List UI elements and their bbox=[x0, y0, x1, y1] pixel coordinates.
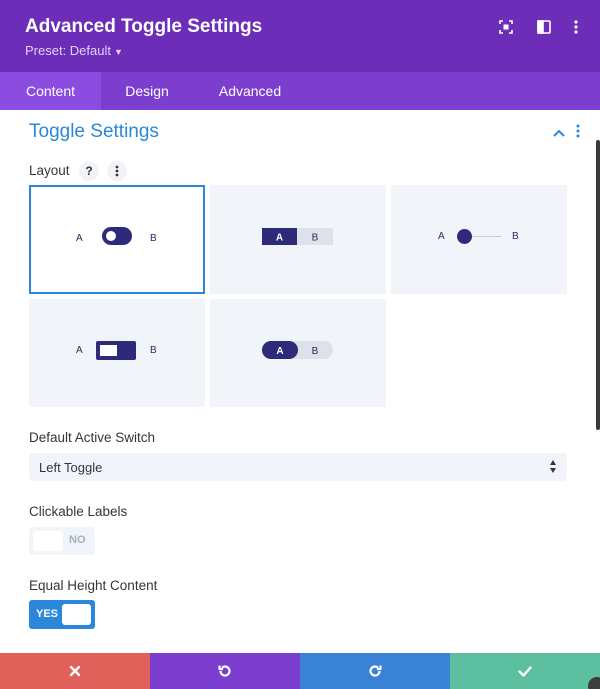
default-active-switch-select[interactable]: Left Toggle bbox=[29, 453, 567, 481]
panel-scrollbar[interactable] bbox=[596, 140, 600, 430]
undo-button[interactable] bbox=[150, 653, 300, 689]
clickable-labels-label: Clickable Labels bbox=[29, 504, 128, 519]
field-options-icon[interactable] bbox=[107, 161, 127, 181]
check-icon bbox=[518, 665, 532, 677]
discard-button[interactable] bbox=[0, 653, 150, 689]
focus-icon[interactable] bbox=[497, 18, 515, 36]
clickable-labels-toggle[interactable]: NO bbox=[29, 527, 95, 555]
settings-panel[interactable]: Toggle Settings Layout ? A B A B A B A B… bbox=[0, 110, 600, 653]
preset-label: Preset: Default bbox=[25, 43, 111, 58]
caret-down-icon: ▼ bbox=[114, 47, 123, 57]
toggle-state-text: NO bbox=[69, 534, 86, 546]
segmented-square-icon: A B bbox=[262, 228, 333, 245]
segment-label-a: A bbox=[276, 346, 283, 357]
modal-header: Advanced Toggle Settings Preset: Default… bbox=[0, 0, 600, 72]
action-footer bbox=[0, 653, 600, 689]
segment-label-b: B bbox=[312, 233, 319, 244]
toggle-knob bbox=[62, 604, 91, 625]
option-label-b: B bbox=[150, 233, 157, 244]
option-label-b: B bbox=[512, 231, 519, 242]
section-more-icon[interactable] bbox=[576, 124, 584, 138]
close-icon bbox=[69, 665, 81, 677]
slider-dot-icon bbox=[457, 229, 501, 244]
pill-switch-icon bbox=[102, 227, 132, 245]
tab-bar: Content Design Advanced bbox=[0, 72, 600, 110]
layout-option-segmented-square[interactable]: A B bbox=[210, 185, 386, 294]
help-badge-icon[interactable] bbox=[588, 677, 600, 689]
modal-title: Advanced Toggle Settings bbox=[25, 16, 263, 37]
chevron-up-icon[interactable] bbox=[552, 125, 566, 137]
layout-label: Layout bbox=[29, 163, 70, 178]
help-icon[interactable]: ? bbox=[79, 161, 99, 181]
option-label-b: B bbox=[150, 345, 157, 356]
segment-label-b: B bbox=[312, 346, 319, 357]
segment-label-a: A bbox=[276, 233, 283, 244]
more-vertical-icon[interactable] bbox=[567, 18, 585, 36]
layout-option-square-switch[interactable]: A B bbox=[29, 299, 205, 407]
layout-option-segmented-rounded[interactable]: A B bbox=[210, 299, 386, 407]
option-label-a: A bbox=[76, 345, 83, 356]
redo-button[interactable] bbox=[300, 653, 450, 689]
square-switch-icon bbox=[96, 341, 136, 360]
toggle-state-text: YES bbox=[36, 608, 59, 620]
tab-design[interactable]: Design bbox=[113, 72, 181, 110]
toggle-knob bbox=[33, 531, 63, 551]
equal-height-label: Equal Height Content bbox=[29, 578, 158, 593]
save-button[interactable] bbox=[450, 653, 600, 689]
preset-selector[interactable]: Preset: Default ▼ bbox=[25, 43, 123, 58]
sidebar-layout-icon[interactable] bbox=[535, 18, 553, 36]
option-label-a: A bbox=[438, 231, 445, 242]
option-label-a: A bbox=[76, 233, 83, 244]
layout-option-pill-switch[interactable]: A B bbox=[29, 185, 205, 294]
redo-icon bbox=[369, 665, 382, 677]
select-value: Left Toggle bbox=[39, 460, 103, 475]
layout-option-slider-dot[interactable]: A B bbox=[391, 185, 567, 294]
section-title[interactable]: Toggle Settings bbox=[29, 121, 159, 143]
segmented-rounded-icon: A B bbox=[262, 341, 333, 359]
undo-icon bbox=[218, 665, 231, 677]
equal-height-toggle[interactable]: YES bbox=[29, 600, 95, 629]
tab-content[interactable]: Content bbox=[0, 72, 101, 110]
default-active-switch-label: Default Active Switch bbox=[29, 430, 156, 445]
select-arrows-icon bbox=[550, 460, 556, 473]
tab-advanced[interactable]: Advanced bbox=[207, 72, 293, 110]
